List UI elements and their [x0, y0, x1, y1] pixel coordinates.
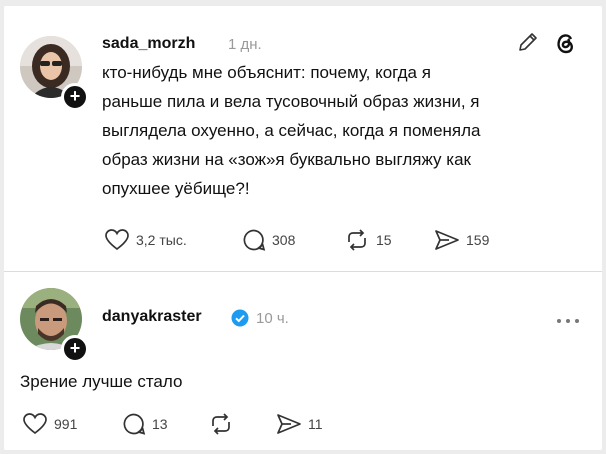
post-divider	[4, 271, 602, 272]
share-count: 11	[308, 416, 323, 432]
heart-icon	[105, 229, 129, 251]
share-count: 159	[466, 232, 490, 248]
repost-button[interactable]	[208, 412, 240, 436]
edit-icon[interactable]	[516, 30, 540, 59]
share-icon	[435, 230, 459, 250]
follow-plus-button[interactable]: +	[61, 335, 89, 363]
comment-count: 308	[272, 232, 296, 248]
comment-icon	[243, 229, 266, 251]
post-text: кто-нибудь мне объяснит: почему, когда я…	[102, 63, 481, 198]
post-username[interactable]: danyakraster	[102, 308, 202, 326]
comment-count: 13	[152, 416, 168, 432]
verified-icon	[231, 309, 249, 332]
share-button[interactable]: 159	[434, 228, 489, 252]
comment-button[interactable]: 13	[122, 412, 168, 436]
repost-count: 15	[376, 232, 392, 248]
share-icon	[277, 414, 301, 434]
threads-icon[interactable]	[552, 30, 578, 61]
more-icon[interactable]	[556, 312, 580, 330]
post-text: Зрение лучше стало	[20, 372, 183, 391]
feed-card: + sada_morzh 1 дн. кто-нибудь мне объясн…	[4, 6, 602, 450]
post-username[interactable]: sada_morzh	[102, 35, 195, 53]
share-button[interactable]: 11	[276, 412, 323, 436]
like-button[interactable]: 3,2 тыс.	[104, 228, 187, 252]
heart-icon	[23, 413, 47, 435]
like-count: 3,2 тыс.	[136, 232, 187, 248]
post-time: 1 дн.	[228, 36, 262, 53]
post-time: 10 ч.	[256, 310, 289, 327]
repost-button[interactable]: 15	[344, 228, 392, 252]
repost-icon	[348, 229, 366, 251]
like-count: 991	[54, 416, 78, 432]
comment-button[interactable]: 308	[242, 228, 295, 252]
repost-icon	[212, 413, 230, 435]
like-button[interactable]: 991	[22, 412, 77, 436]
comment-icon	[123, 413, 146, 435]
follow-plus-button[interactable]: +	[61, 83, 89, 111]
